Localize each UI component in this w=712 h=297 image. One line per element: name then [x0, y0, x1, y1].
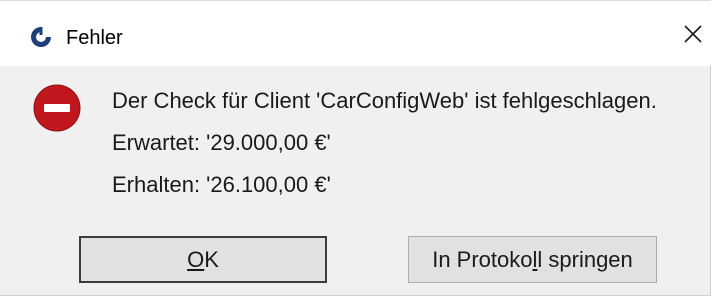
error-stop-icon: [33, 84, 81, 132]
protocol-label-end: l springen: [537, 246, 633, 272]
ok-label-rest: K: [204, 246, 219, 272]
ok-mnemonic: O: [187, 246, 205, 272]
close-button[interactable]: [665, 15, 711, 59]
window-title: Fehler: [66, 27, 123, 49]
protocol-label-start: In Protoko: [432, 246, 533, 272]
app-logo-icon: [29, 25, 53, 49]
error-message: Der Check für Client 'CarConfigWeb' ist …: [112, 88, 657, 113]
expected-value-text: Erwartet: '29.000,00 €': [112, 130, 331, 155]
close-icon: [684, 25, 702, 43]
received-value-text: Erhalten: '26.100,00 €': [112, 172, 331, 197]
title-bar: Fehler: [0, 0, 711, 66]
error-dialog: Fehler Der Check für Client 'CarConfigWe…: [0, 0, 711, 296]
jump-to-log-button[interactable]: In Protoko l l springen: [408, 236, 657, 283]
ok-button[interactable]: OK: [79, 236, 327, 283]
